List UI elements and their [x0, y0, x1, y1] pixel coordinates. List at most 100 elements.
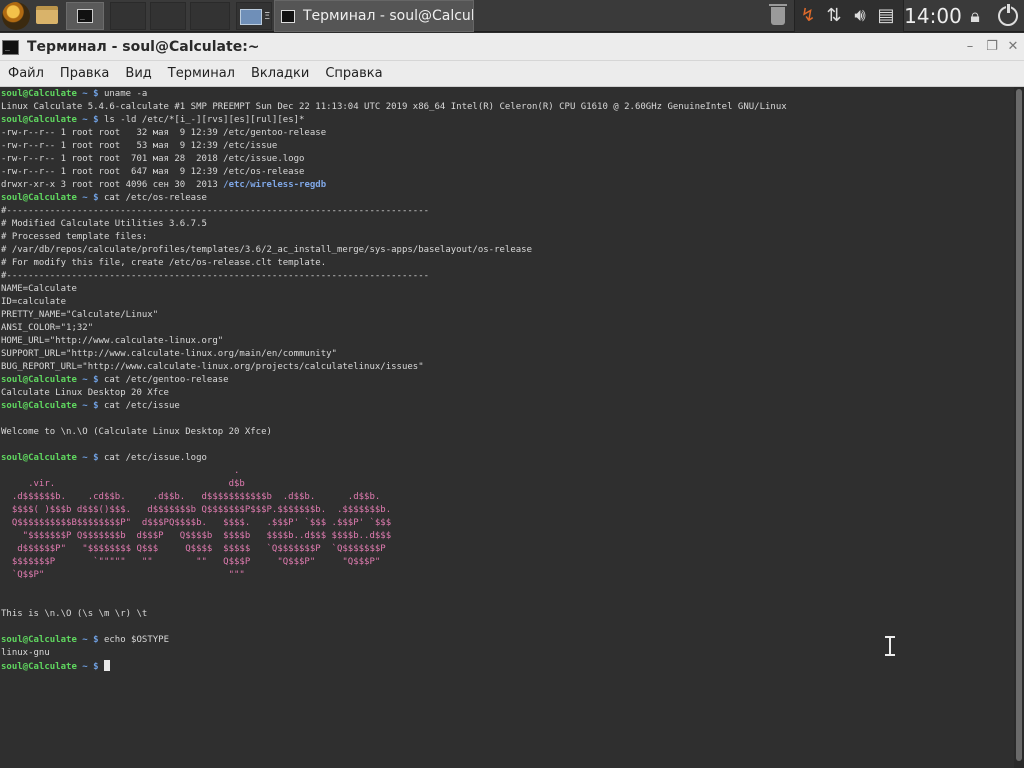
output-text: PRETTY_NAME="Calculate/Linux" — [1, 310, 159, 320]
output-text: linux-gnu — [1, 648, 50, 658]
prompt-symbol: ~ $ — [82, 635, 99, 645]
volume-icon[interactable]: 🔊︎ — [847, 4, 873, 28]
command-text: cat /etc/issue.logo — [103, 453, 207, 463]
output-text: #---------------------------------------… — [1, 271, 430, 281]
output-line: # /var/db/repos/calculate/profiles/templ… — [1, 245, 532, 255]
output-text: NAME=Calculate — [1, 284, 77, 294]
output-text: Calculate Linux Desktop 20 Xfce — [1, 388, 169, 398]
directory-name: /etc/wireless-regdb — [223, 180, 327, 190]
prompt-user: soul@Calculate — [1, 89, 77, 99]
terminal-icon: _ — [77, 9, 93, 23]
output-text: HOME_URL="http://www.calculate-linux.org… — [1, 336, 224, 346]
prompt-symbol: ~ $ — [82, 662, 99, 672]
window-title: Терминал - soul@Calculate:~ — [27, 39, 260, 55]
output-line: SUPPORT_URL="http://www.calculate-linux.… — [1, 349, 337, 359]
output-text: # For modify this file, create /etc/os-r… — [1, 258, 327, 268]
minimize-button[interactable]: – — [962, 39, 978, 55]
prompt-user: soul@Calculate — [1, 115, 77, 125]
output-line: Welcome to \n.\O (Calculate Linux Deskto… — [1, 427, 272, 437]
output-line: -rw-r--r-- 1 root root 53 мая 9 12:39 /e… — [1, 141, 277, 151]
command-line: soul@Calculate ~ $ cat /etc/os-release — [1, 193, 207, 203]
prompt-symbol: ~ $ — [82, 401, 99, 411]
prompt-symbol: ~ $ — [82, 115, 99, 125]
prompt-symbol: ~ $ — [82, 89, 99, 99]
scrollbar-thumb[interactable] — [1016, 89, 1022, 761]
output-text: Welcome to \n.\O (Calculate Linux Deskto… — [1, 427, 272, 437]
trash-icon[interactable] — [766, 0, 790, 32]
clipboard-icon[interactable]: ▤ — [873, 4, 899, 28]
logo-line: . — [1, 466, 239, 476]
output-line: linux-gnu — [1, 648, 50, 658]
output-line: Calculate Linux Desktop 20 Xfce — [1, 388, 169, 398]
output-line: # Processed template files: — [1, 232, 147, 242]
terminal-output[interactable]: soul@Calculate ~ $ uname -a Linux Calcul… — [0, 87, 1014, 768]
prompt-user: soul@Calculate — [1, 401, 77, 411]
command-text: cat /etc/issue — [103, 401, 180, 411]
ascii-logo-text: `Q$$P" """ — [1, 570, 245, 580]
menu-help[interactable]: Справка — [317, 66, 390, 81]
output-line: # Modified Calculate Utilities 3.6.7.5 — [1, 219, 207, 229]
output-line: HOME_URL="http://www.calculate-linux.org… — [1, 336, 223, 346]
network-manager-icon[interactable]: ↯ — [795, 4, 821, 28]
terminal-launcher-button[interactable]: _ — [66, 2, 104, 30]
power-icon[interactable] — [994, 0, 1022, 32]
file-manager-icon[interactable] — [36, 6, 58, 24]
command-line: soul@Calculate ~ $ ls -ld /etc/*[i_-][rv… — [1, 115, 304, 125]
ascii-logo-text: "$$$$$$$P Q$$$$$$$b d$$$P Q$$$$b $$$$b $… — [1, 531, 392, 541]
menu-file[interactable]: Файл — [0, 66, 52, 81]
output-line: -rw-r--r-- 1 root root 32 мая 9 12:39 /e… — [1, 128, 326, 138]
output-text: ID=calculate — [1, 297, 67, 307]
prompt-user: soul@Calculate — [1, 662, 77, 672]
menu-bar: Файл Правка Вид Терминал Вкладки Справка — [0, 61, 1024, 87]
app-menu-icon[interactable] — [2, 2, 30, 30]
menu-tabs[interactable]: Вкладки — [243, 66, 317, 81]
output-line: Linux Calculate 5.4.6-calculate #1 SMP P… — [1, 102, 787, 112]
terminal-icon — [281, 9, 295, 23]
workspace-1[interactable] — [110, 2, 146, 30]
terminal-text: soul@Calculate ~ $ uname -a Linux Calcul… — [0, 87, 1014, 674]
taskbar-terminal-button[interactable]: Терминал - soul@Calculat... — [274, 0, 474, 32]
prompt-symbol: ~ $ — [82, 193, 99, 203]
lock-screen-icon[interactable]: 🔒︎ — [962, 0, 988, 32]
output-text: # Processed template files: — [1, 232, 148, 242]
logo-line: .vir. d$b — [1, 479, 245, 489]
menu-terminal[interactable]: Терминал — [160, 66, 243, 81]
prompt-user: soul@Calculate — [1, 453, 77, 463]
updates-icon[interactable]: ⇅ — [821, 4, 847, 28]
workspace-2[interactable] — [150, 2, 186, 30]
command-line: soul@Calculate ~ $ cat /etc/issue — [1, 401, 180, 411]
workspace-3[interactable] — [190, 2, 230, 30]
clock[interactable]: 14:00 — [904, 0, 962, 32]
prompt-symbol: ~ $ — [82, 375, 99, 385]
command-text: cat /etc/os-release — [103, 193, 207, 203]
top-panel: _ Ξ Терминал - soul@Calculat... ↯ ⇅ 🔊︎ ▤… — [0, 0, 1024, 32]
prompt-symbol: ~ $ — [82, 453, 99, 463]
close-button[interactable]: ✕ — [1005, 39, 1021, 55]
maximize-button[interactable]: ❐ — [984, 39, 1000, 55]
system-tray: ↯ ⇅ 🔊︎ ▤ — [794, 0, 904, 32]
window-thumbnail-icon — [240, 9, 262, 25]
output-text: -rw-r--r-- 1 root root 53 мая 9 12:39 /e… — [1, 141, 278, 151]
workspace-4[interactable]: Ξ — [236, 2, 272, 30]
prompt-user: soul@Calculate — [1, 375, 77, 385]
output-line: #---------------------------------------… — [1, 206, 429, 216]
output-text: -rw-r--r-- 1 root root 701 мая 28 2018 /… — [1, 154, 305, 164]
output-text: # Modified Calculate Utilities 3.6.7.5 — [1, 219, 207, 229]
command-text: echo $OSTYPE — [103, 635, 169, 645]
ascii-logo-text: Q$$$$$$$$$$B$$$$$$$$P" d$$$PQ$$$$b. $$$$… — [1, 518, 392, 528]
output-text: drwxr-xr-x 3 root root 4096 сен 30 2013 — [1, 180, 224, 190]
output-text: This is \n.\O (\s \m \r) \t — [1, 609, 148, 619]
logo-line: $$$$$$$P `""""" "" "" Q$$$P "Q$$$P" "Q$$… — [1, 557, 380, 567]
window-titlebar[interactable]: _ Терминал - soul@Calculate:~ – ❐ ✕ — [0, 33, 1024, 61]
output-line: #---------------------------------------… — [1, 271, 429, 281]
command-line: soul@Calculate ~ $ — [1, 660, 110, 672]
output-line: ID=calculate — [1, 297, 66, 307]
menu-edit[interactable]: Правка — [52, 66, 117, 81]
menu-view[interactable]: Вид — [117, 66, 159, 81]
workspace-4-suffix: Ξ — [264, 11, 271, 22]
terminal-scrollbar[interactable] — [1014, 87, 1024, 768]
logo-line: "$$$$$$$P Q$$$$$$$b d$$$P Q$$$$b $$$$b $… — [1, 531, 391, 541]
output-text: BUG_REPORT_URL="http://www.calculate-lin… — [1, 362, 424, 372]
logo-line: `Q$$P" """ — [1, 570, 245, 580]
command-line: soul@Calculate ~ $ cat /etc/gentoo-relea… — [1, 375, 229, 385]
